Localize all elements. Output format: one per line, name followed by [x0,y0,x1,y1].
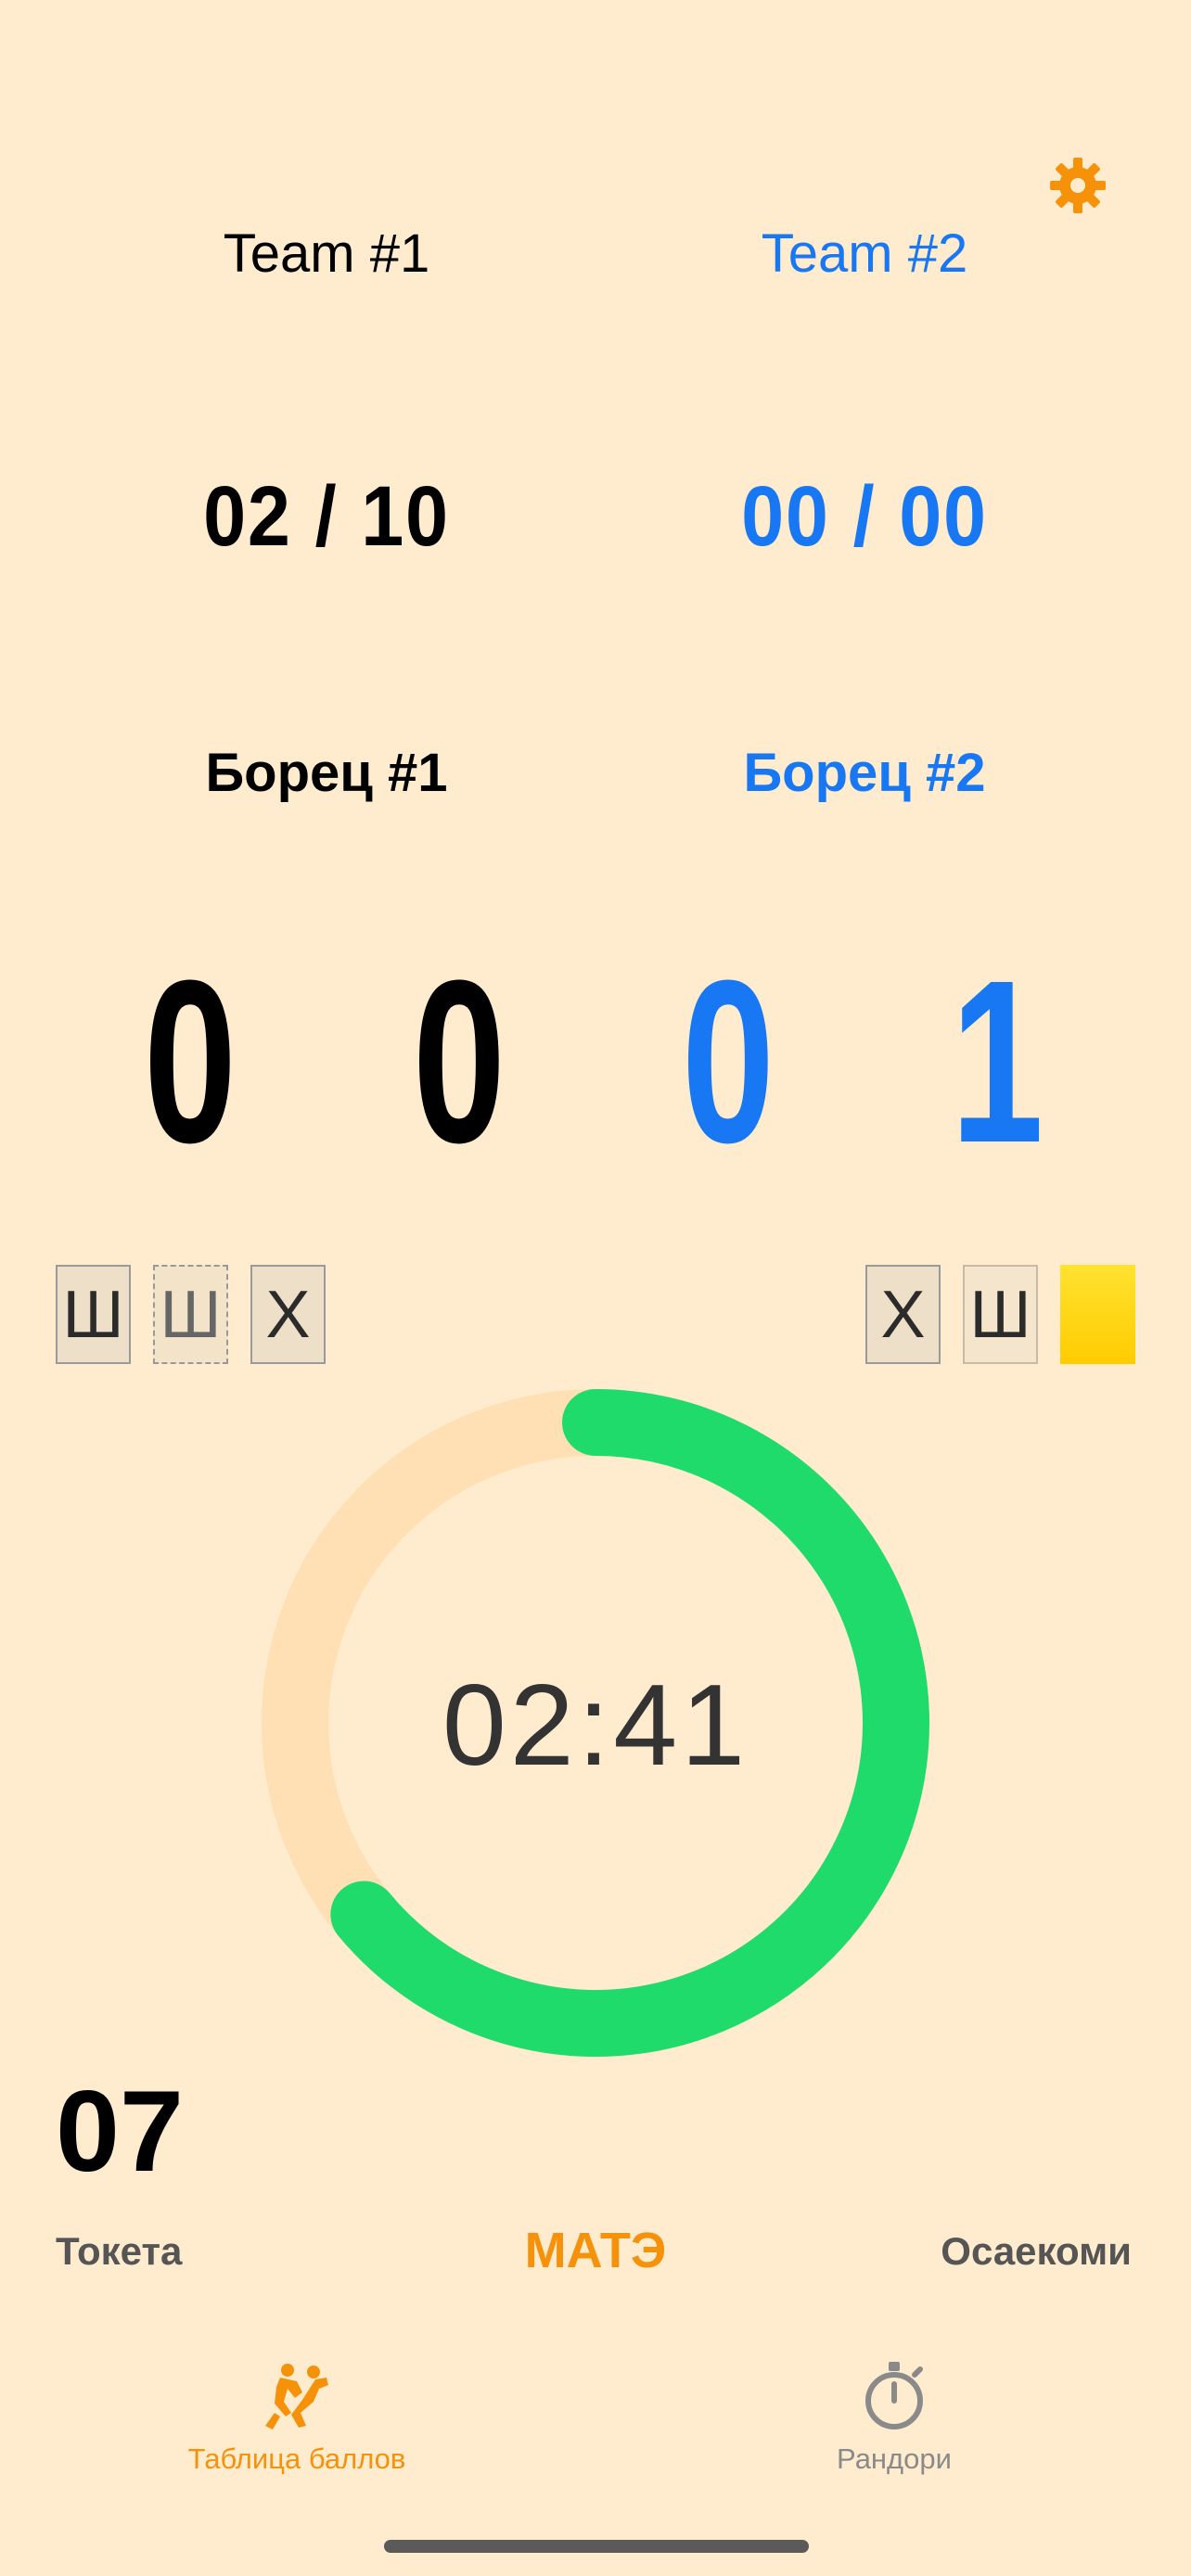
wrestlers-icon[interactable] [260,2361,334,2435]
team-2-match-score[interactable]: 00 / 00 [647,468,1082,566]
team-1-match-score[interactable]: 02 / 10 [109,468,544,566]
stopwatch-icon[interactable] [857,2358,931,2432]
fighter-1-score-digit-2[interactable]: 0 [409,946,509,1178]
fighter-1-name[interactable]: Борец #1 [85,742,568,804]
fighter-2-score-digit-1[interactable]: 0 [678,946,778,1178]
tab-scoreboard[interactable]: Таблица баллов [111,2442,482,2476]
toketa-button[interactable]: Токета [56,2229,182,2274]
fighter-2-score-digit-2[interactable]: 1 [947,946,1047,1178]
team-1-name[interactable]: Team #1 [85,223,568,285]
tab-randori[interactable]: Рандори [709,2442,1080,2476]
team-2-name[interactable]: Team #2 [623,223,1106,285]
osaekomi-button[interactable]: Осаекоми [941,2229,1132,2274]
fighter-1-shido-2[interactable]: Ш [153,1265,228,1364]
mate-button[interactable]: МАТЭ [447,2222,744,2279]
fighter-2-hansoku[interactable]: Х [865,1265,941,1364]
fighter-2-shido-1[interactable]: Ш [963,1265,1038,1364]
fighter-1-hansoku[interactable]: Х [250,1265,326,1364]
fighter-1-shido-1[interactable]: Ш [56,1265,131,1364]
settings-gear-icon[interactable] [1048,156,1108,215]
fighter-1-score-digit-1[interactable]: 0 [140,946,240,1178]
osaekomi-counter: 07 [56,2068,184,2196]
fighter-2-yellow-card[interactable] [1060,1265,1135,1364]
timer-display[interactable]: 02:41 [262,1660,929,1792]
home-indicator [384,2540,809,2553]
fighter-2-name[interactable]: Борец #2 [623,742,1106,804]
